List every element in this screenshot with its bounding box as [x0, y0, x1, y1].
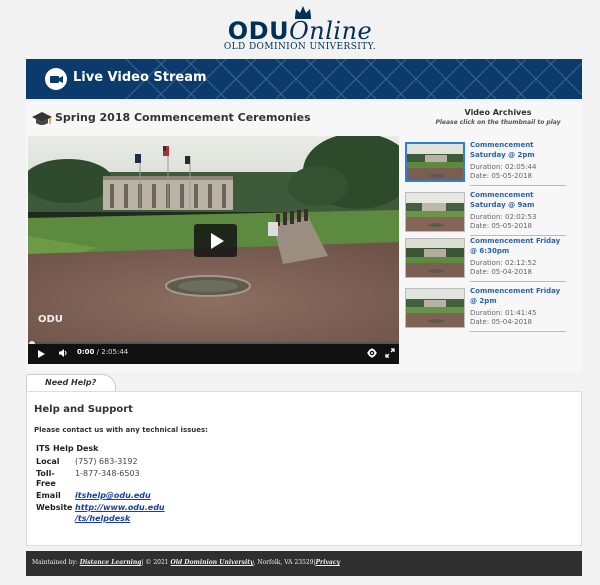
gear-icon[interactable]: [367, 348, 377, 358]
email-label: Email: [36, 491, 61, 500]
help-desk-heading: ITS Help Desk: [36, 444, 99, 453]
archive-item-date: Date: 05-05-2018: [470, 222, 532, 230]
logo-subtitle: OLD DOMINION UNIVERSITY.: [223, 42, 377, 52]
archive-item-duration: Duration: 01:41:45: [470, 309, 537, 317]
archive-item[interactable]: Commencement Saturday @ 9am Duration: 02…: [403, 191, 568, 237]
distance-learning-link[interactable]: Distance Learning: [80, 559, 142, 566]
fullscreen-icon[interactable]: [385, 348, 395, 358]
graduation-cap-icon: [32, 112, 52, 125]
footer-text: Maintained by: Distance Learning| © 2021…: [32, 559, 340, 566]
banner-title: Live Video Stream: [73, 70, 207, 85]
help-contact-line: Please contact us with any technical iss…: [34, 426, 208, 434]
time-display: 0:00 / 2:05:44: [77, 348, 129, 356]
play-icon[interactable]: [38, 350, 45, 358]
video-player[interactable]: ODU 0:00 / 2:05:44: [28, 136, 399, 364]
archive-thumbnail[interactable]: [405, 142, 465, 182]
divider: [470, 281, 566, 282]
archives-title: Video Archives: [464, 108, 532, 117]
archive-item-duration: Duration: 02:05:44: [470, 163, 537, 171]
website-link-line1[interactable]: http://www.odu.edu: [75, 502, 165, 513]
archive-item-title[interactable]: Commencement Friday @ 6:30pm: [470, 237, 568, 256]
odu-link[interactable]: Old Dominion University: [171, 559, 254, 566]
archives-subtitle: Please click on the thumbnail to play: [435, 119, 561, 126]
archive-item-date: Date: 05-05-2018: [470, 172, 532, 180]
divider: [470, 235, 566, 236]
archive-item-title[interactable]: Commencement Friday @ 2pm: [470, 287, 568, 306]
website-label: Website: [36, 503, 73, 512]
live-stream-banner: Live Video Stream: [26, 59, 582, 99]
odu-watermark: ODU: [38, 314, 63, 325]
archive-item-date: Date: 05-04-2018: [470, 318, 532, 326]
tollfree-label-line2: Free: [36, 479, 56, 488]
local-label: Local: [36, 457, 60, 466]
tollfree-phone: 1-877-348-6503: [75, 469, 140, 478]
event-title: Spring 2018 Commencement Ceremonies: [55, 111, 311, 124]
archive-thumbnail[interactable]: [405, 288, 465, 328]
odu-online-logo: ODUOnline OLD DOMINION UNIVERSITY.: [0, 0, 600, 58]
archive-item-title[interactable]: Commencement Saturday @ 2pm: [470, 141, 568, 160]
video-camera-icon: [45, 68, 67, 90]
email-link[interactable]: itshelp@odu.edu: [75, 490, 151, 501]
volume-icon[interactable]: [58, 348, 68, 358]
divider: [470, 331, 566, 332]
archive-thumbnail[interactable]: [405, 238, 465, 278]
archive-item-duration: Duration: 02:12:52: [470, 259, 537, 267]
tollfree-label-line1: Toll-: [36, 469, 55, 478]
divider: [470, 185, 566, 186]
help-title: Help and Support: [34, 404, 133, 415]
archive-item-title[interactable]: Commencement Saturday @ 9am: [470, 191, 568, 210]
archive-item[interactable]: Commencement Friday @ 6:30pm Duration: 0…: [403, 237, 568, 283]
archive-item[interactable]: Commencement Saturday @ 2pm Duration: 02…: [403, 141, 568, 187]
archive-item-date: Date: 05-04-2018: [470, 268, 532, 276]
local-phone: (757) 683-3192: [75, 457, 138, 466]
privacy-link[interactable]: Privacy: [316, 559, 340, 566]
archive-thumbnail[interactable]: [405, 192, 465, 232]
tab-need-help-label[interactable]: Need Help?: [45, 378, 96, 387]
archive-item-duration: Duration: 02:02:53: [470, 213, 537, 221]
play-overlay-button[interactable]: [194, 224, 237, 257]
website-link-line2[interactable]: /ts/helpdesk: [75, 513, 130, 524]
archive-item[interactable]: Commencement Friday @ 2pm Duration: 01:4…: [403, 287, 568, 333]
logo-wordmark: ODUOnline: [227, 17, 373, 45]
